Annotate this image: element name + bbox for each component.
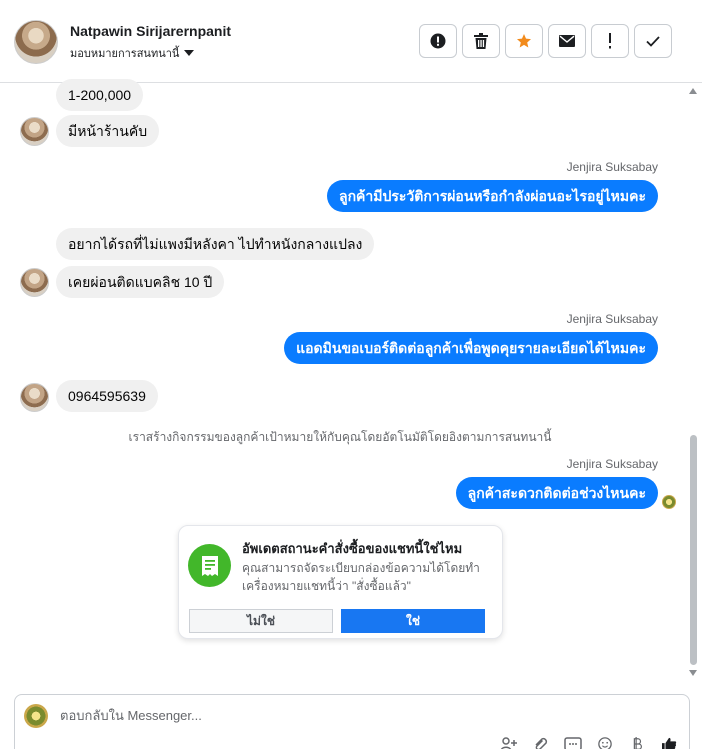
check-icon [646, 35, 660, 47]
page-avatar [24, 704, 48, 728]
seen-avatar-indicator [662, 495, 676, 509]
incoming-message[interactable]: 1-200,000 [56, 79, 144, 111]
message-composer [14, 694, 690, 749]
scrollbar-thumb[interactable] [690, 435, 697, 665]
yes-button[interactable]: ใช่ [341, 609, 485, 633]
no-button[interactable]: ไม่ใช่ [189, 609, 333, 633]
reply-input[interactable] [60, 708, 460, 723]
trash-icon [474, 33, 488, 49]
header-toolbar [419, 24, 672, 58]
emoji-icon[interactable] [595, 737, 615, 749]
composer-toolbar [499, 737, 679, 749]
incoming-message[interactable]: อยากได้รถที่ไม่แพงมีหลังคา ไปทำหนังกลางแ… [56, 228, 375, 260]
mark-done-button[interactable] [634, 24, 672, 58]
contact-avatar-small [20, 383, 49, 412]
order-status-card: อัพเดตสถานะคำสั่งซื้อของแชทนี้ใช่ไหม คุณ… [178, 525, 503, 639]
sender-name: Jenjira Suksabay [566, 312, 658, 326]
assign-conversation-dropdown[interactable]: มอบหมายการสนทนานี้ [70, 44, 195, 62]
delete-button[interactable] [462, 24, 500, 58]
star-icon [517, 34, 531, 48]
scroll-up-arrow-icon[interactable] [689, 88, 697, 94]
incoming-message[interactable]: 0964595639 [56, 380, 158, 412]
outgoing-message[interactable]: ลูกค้ามีประวัติการผ่อนหรือกำลังผ่อนอะไรอ… [326, 180, 658, 212]
contact-avatar-small [20, 117, 49, 146]
payment-icon[interactable] [627, 737, 647, 749]
incoming-message[interactable]: เคยผ่อนติดแบคลิช 10 ปี [56, 266, 225, 298]
assign-label: มอบหมายการสนทนานี้ [70, 48, 180, 60]
outgoing-message[interactable]: ลูกค้าสะดวกติดต่อช่วงไหนคะ [455, 477, 658, 509]
contact-avatar-small [20, 268, 49, 297]
star-button[interactable] [505, 24, 543, 58]
mark-unread-button[interactable] [548, 24, 586, 58]
contact-name[interactable]: Natpawin Sirijarernpanit [70, 23, 231, 39]
message-thread[interactable]: 1-200,000 มีหน้าร้านคับ Jenjira Suksabay… [0, 79, 702, 690]
scroll-down-arrow-icon[interactable] [689, 670, 697, 676]
envelope-icon [559, 35, 575, 47]
incoming-message[interactable]: มีหน้าร้านคับ [56, 115, 160, 147]
sender-name: Jenjira Suksabay [566, 160, 658, 174]
saved-reply-icon[interactable] [563, 737, 583, 749]
alert-circle-icon [430, 33, 446, 49]
system-notice: เราสร้างกิจกรรมของลูกค้าเป้าหมายให้กับคุ… [128, 430, 552, 444]
sender-name: Jenjira Suksabay [566, 457, 658, 471]
add-person-icon[interactable] [499, 737, 519, 749]
exclamation-icon [609, 33, 611, 49]
receipt-icon [188, 544, 231, 587]
like-icon[interactable] [659, 737, 679, 749]
follow-up-button[interactable] [591, 24, 629, 58]
contact-avatar[interactable] [14, 20, 58, 64]
attachment-icon[interactable] [531, 737, 551, 749]
card-title: อัพเดตสถานะคำสั่งซื้อของแชทนี้ใช่ไหม [242, 541, 463, 556]
conversation-header: Natpawin Sirijarernpanit มอบหมายการสนทนา… [0, 0, 702, 83]
outgoing-message[interactable]: แอดมินขอเบอร์ติดต่อลูกค้าเพื่อพูดคุยรายล… [284, 332, 658, 364]
mark-spam-button[interactable] [419, 24, 457, 58]
caret-down-icon [184, 50, 195, 56]
card-description: คุณสามารถจัดระเบียบกล่องข้อความได้โดยทำเ… [242, 561, 480, 593]
